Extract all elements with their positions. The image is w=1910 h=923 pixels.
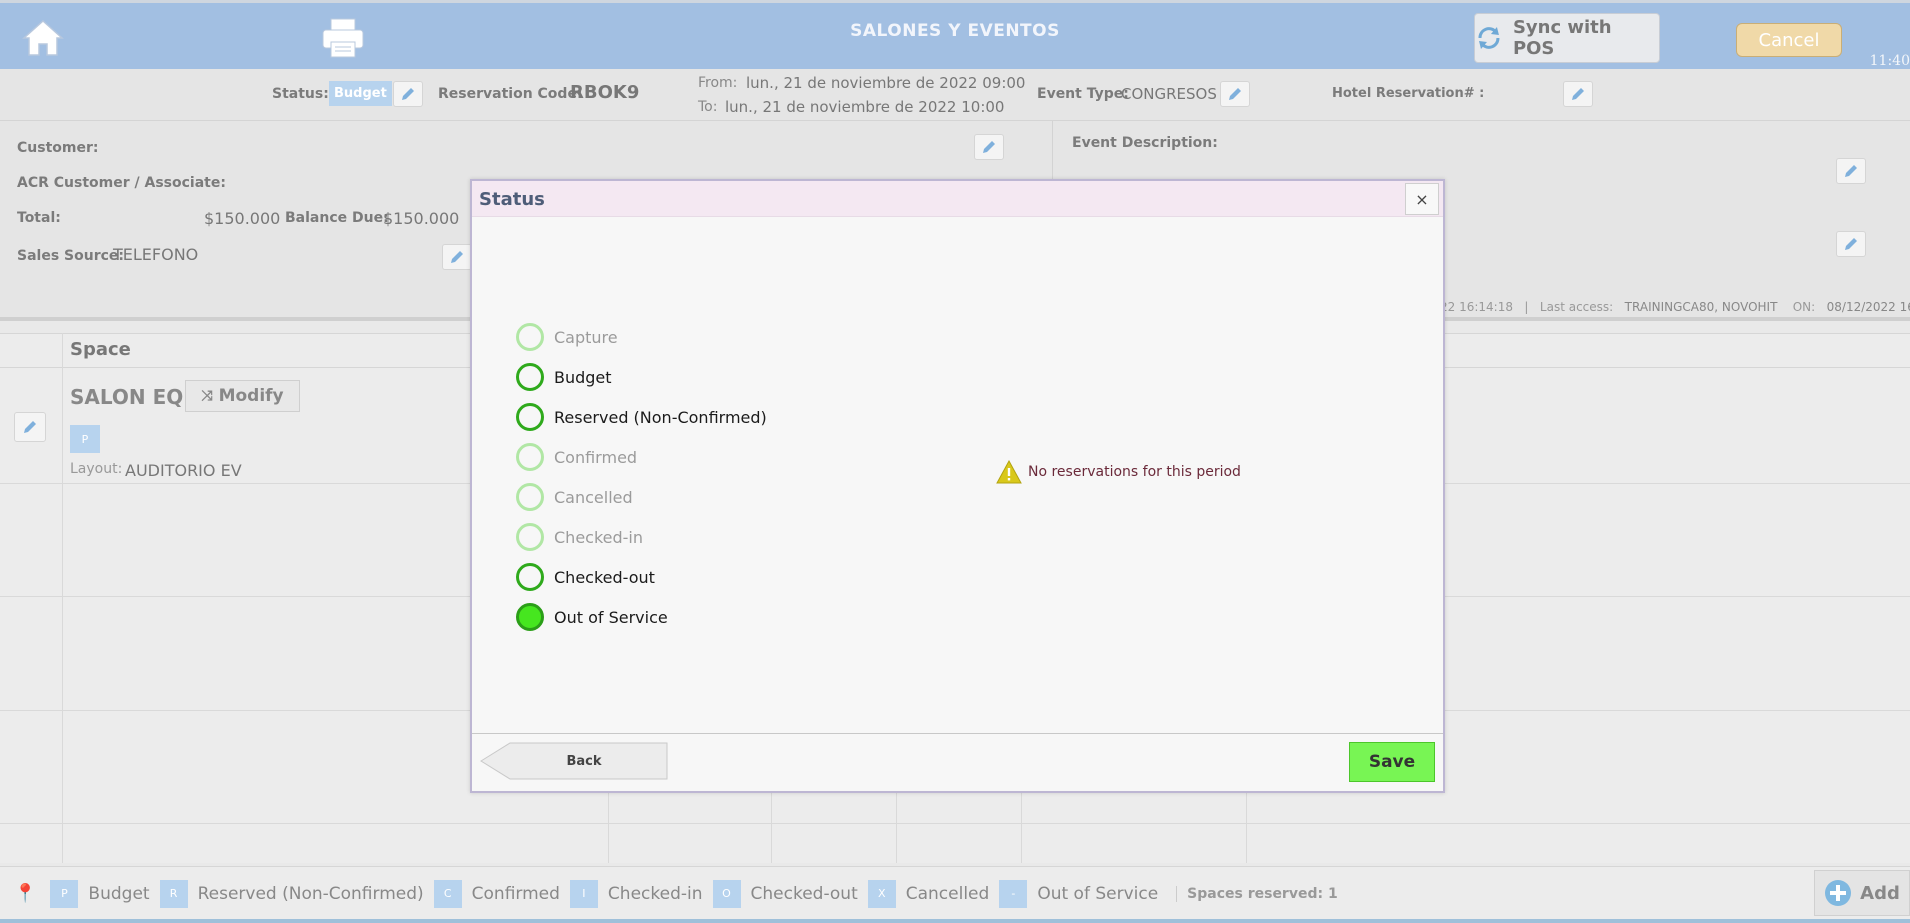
no-reservations-message: No reservations for this period — [996, 460, 1241, 484]
status-dialog: Status × Capture Budget Reserved (Non-Co… — [470, 179, 1445, 793]
no-reservations-text: No reservations for this period — [1028, 464, 1241, 480]
radio-icon — [516, 443, 544, 471]
status-option-cancelled[interactable]: Cancelled — [516, 477, 767, 517]
close-button[interactable]: × — [1405, 183, 1439, 215]
status-option-label: Capture — [554, 327, 618, 347]
status-option-checked-in[interactable]: Checked-in — [516, 517, 767, 557]
radio-icon — [516, 403, 544, 431]
status-option-budget[interactable]: Budget — [516, 357, 767, 397]
status-option-label: Checked-in — [554, 527, 644, 547]
status-options: Capture Budget Reserved (Non-Confirmed) … — [516, 317, 767, 637]
close-icon: × — [1415, 189, 1429, 209]
status-option-confirmed[interactable]: Confirmed — [516, 437, 767, 477]
status-option-capture[interactable]: Capture — [516, 317, 767, 357]
radio-selected-icon — [516, 603, 544, 631]
back-label: Back — [566, 753, 602, 769]
radio-icon — [516, 363, 544, 391]
status-option-label: Budget — [554, 367, 612, 387]
dialog-title: Status — [472, 181, 1443, 217]
status-option-checked-out[interactable]: Checked-out — [516, 557, 767, 597]
warning-icon — [996, 460, 1022, 484]
status-option-label: Cancelled — [554, 487, 633, 507]
radio-icon — [516, 563, 544, 591]
status-option-label: Reserved (Non-Confirmed) — [554, 407, 767, 427]
status-option-reserved[interactable]: Reserved (Non-Confirmed) — [516, 397, 767, 437]
status-option-out-of-service[interactable]: Out of Service — [516, 597, 767, 637]
status-option-label: Checked-out — [554, 567, 655, 587]
status-option-label: Out of Service — [554, 607, 668, 627]
dialog-footer: Back Save — [472, 733, 1443, 791]
radio-icon — [516, 323, 544, 351]
save-button[interactable]: Save — [1349, 742, 1435, 782]
radio-icon — [516, 483, 544, 511]
status-option-label: Confirmed — [554, 447, 638, 467]
radio-icon — [516, 523, 544, 551]
back-button[interactable]: Back — [480, 742, 668, 780]
